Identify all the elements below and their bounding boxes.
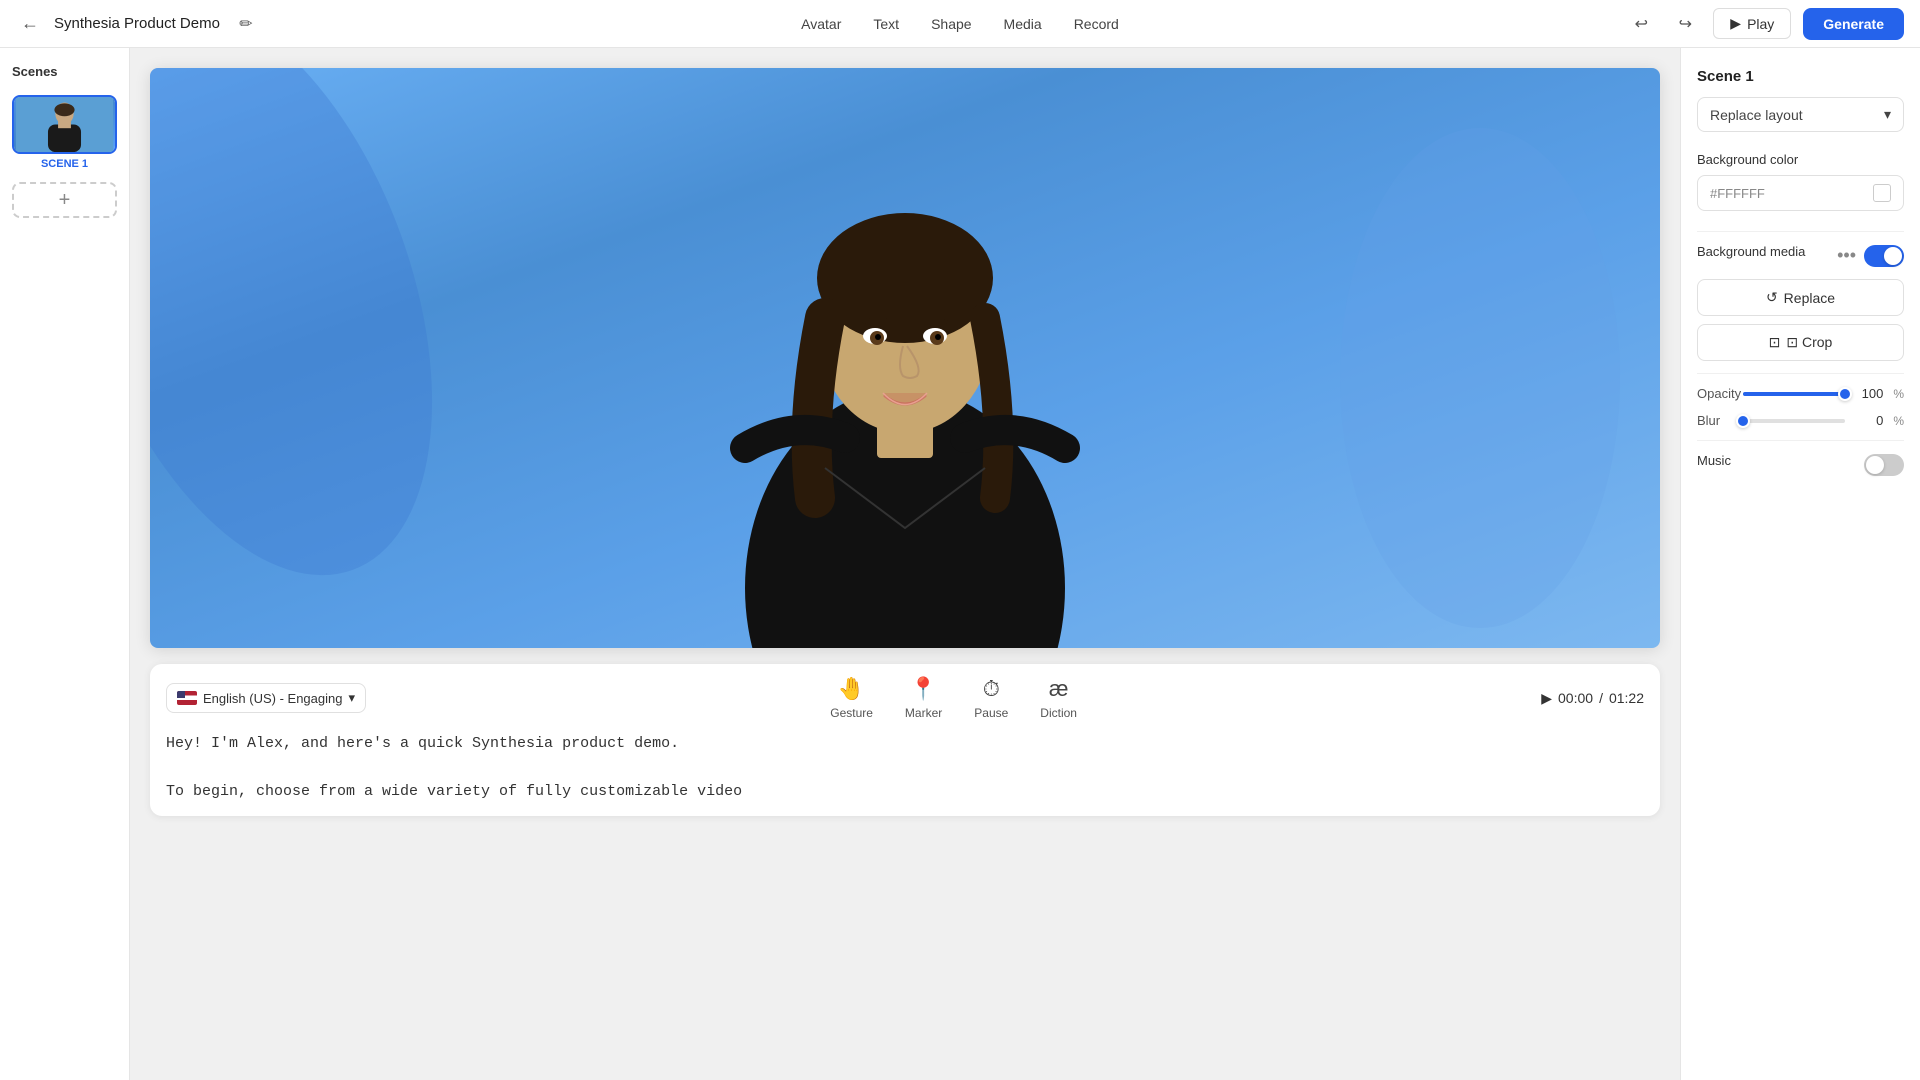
- marker-icon: 📍: [910, 676, 937, 702]
- play-button[interactable]: ▶ Play: [1713, 8, 1791, 39]
- edit-title-icon[interactable]: ✏: [230, 8, 262, 40]
- generate-button[interactable]: Generate: [1803, 8, 1904, 40]
- opacity-slider-fill: [1743, 392, 1845, 396]
- background-color-label: Background color: [1697, 152, 1904, 167]
- blur-row: Blur 0 %: [1697, 413, 1904, 428]
- pause-control[interactable]: ⏱ Pause: [974, 676, 1008, 720]
- marker-label: Marker: [905, 706, 942, 720]
- main-content: Scenes SCENE 1 +: [0, 48, 1920, 1080]
- blur-slider-thumb[interactable]: [1736, 414, 1750, 428]
- music-row: Music: [1697, 453, 1904, 476]
- scene-thumb-svg: [14, 97, 115, 152]
- bg-shape-1: [150, 68, 503, 625]
- diction-icon: æ: [1049, 676, 1069, 702]
- video-canvas: [150, 68, 1660, 648]
- controls-row-1: English (US) - Engaging ▾ 🤚 Gesture 📍 Ma…: [166, 664, 1644, 720]
- flag-canton: [177, 691, 185, 698]
- lang-dropdown-icon: ▾: [348, 690, 355, 706]
- nav-text[interactable]: Text: [873, 12, 899, 36]
- add-scene-button[interactable]: +: [12, 182, 117, 218]
- replace-layout-icon: ▾: [1884, 106, 1891, 123]
- back-button[interactable]: ←: [16, 10, 44, 38]
- undo-icon[interactable]: ↩: [1625, 8, 1657, 40]
- nav-media[interactable]: Media: [1004, 12, 1042, 36]
- bg-media-toggle[interactable]: [1864, 245, 1904, 267]
- color-picker-icon[interactable]: [1873, 184, 1891, 202]
- opacity-slider-track[interactable]: [1743, 392, 1845, 396]
- music-label: Music: [1697, 453, 1731, 468]
- music-toggle[interactable]: [1864, 454, 1904, 476]
- scene-1-label: SCENE 1: [12, 158, 117, 170]
- us-flag-icon: [177, 691, 197, 705]
- canvas-area: English (US) - Engaging ▾ 🤚 Gesture 📍 Ma…: [130, 48, 1680, 1080]
- bg-media-toggle-knob: [1884, 247, 1902, 265]
- replace-btn-label: Replace: [1784, 290, 1835, 306]
- scene-thumb-bg: [14, 97, 115, 152]
- replace-layout-label: Replace layout: [1710, 107, 1803, 123]
- panel-divider-3: [1697, 440, 1904, 441]
- script-area: Hey! I'm Alex, and here's a quick Synthe…: [166, 720, 1644, 816]
- crop-btn-label: ⊡ Crop: [1786, 334, 1832, 351]
- opacity-slider-thumb[interactable]: [1838, 387, 1852, 401]
- right-panel: Scene 1 Replace layout ▾ Background colo…: [1680, 48, 1920, 1080]
- marker-control[interactable]: 📍 Marker: [905, 676, 942, 720]
- replace-button[interactable]: ↺ Replace: [1697, 279, 1904, 316]
- diction-label: Diction: [1040, 706, 1077, 720]
- crop-button[interactable]: ⊡ ⊡ Crop: [1697, 324, 1904, 361]
- scene-1-thumbnail[interactable]: [12, 95, 117, 154]
- scenes-sidebar: Scenes SCENE 1 +: [0, 48, 130, 1080]
- blur-percent: %: [1893, 414, 1904, 428]
- crop-icon: ⊡: [1769, 334, 1781, 351]
- language-selector[interactable]: English (US) - Engaging ▾: [166, 683, 366, 713]
- scene-1-container: SCENE 1: [12, 95, 117, 170]
- redo-icon[interactable]: ↪: [1669, 8, 1701, 40]
- gesture-control[interactable]: 🤚 Gesture: [830, 676, 873, 720]
- blur-label: Blur: [1697, 413, 1733, 428]
- time-separator: /: [1599, 690, 1603, 706]
- topbar: ← Synthesia Product Demo ✏ Avatar Text S…: [0, 0, 1920, 48]
- pause-icon: ⏱: [983, 676, 1000, 702]
- blur-value: 0: [1855, 413, 1883, 428]
- time-display: ▶ 00:00 / 01:22: [1541, 690, 1644, 707]
- opacity-value: 100: [1855, 386, 1883, 401]
- total-time: 01:22: [1609, 690, 1644, 706]
- dots-menu[interactable]: •••: [1837, 245, 1856, 266]
- music-toggle-knob: [1866, 456, 1884, 474]
- opacity-row: Opacity 100 %: [1697, 386, 1904, 401]
- background-media-row: Background media •••: [1697, 244, 1904, 267]
- nav-shape[interactable]: Shape: [931, 12, 971, 36]
- gesture-icon: 🤚: [838, 676, 865, 702]
- topbar-nav: Avatar Text Shape Media Record: [801, 12, 1119, 36]
- replace-icon: ↺: [1766, 289, 1778, 306]
- color-input-row[interactable]: #FFFFFF: [1697, 175, 1904, 211]
- bg-shape-2: [1340, 128, 1620, 628]
- opacity-label: Opacity: [1697, 386, 1733, 401]
- nav-avatar[interactable]: Avatar: [801, 12, 841, 36]
- panel-divider-2: [1697, 373, 1904, 374]
- scenes-title: Scenes: [12, 64, 117, 79]
- scene-title: Scene 1: [1697, 68, 1904, 85]
- script-line-1: Hey! I'm Alex, and here's a quick Synthe…: [166, 732, 1644, 756]
- current-time: 00:00: [1558, 690, 1593, 706]
- play-time-icon[interactable]: ▶: [1541, 690, 1552, 707]
- diction-control[interactable]: æ Diction: [1040, 676, 1077, 720]
- play-icon: ▶: [1730, 15, 1741, 32]
- blur-slider-track[interactable]: [1743, 419, 1845, 423]
- script-line-2: To begin, choose from a wide variety of …: [166, 780, 1644, 804]
- color-value: #FFFFFF: [1710, 186, 1865, 201]
- background-media-label: Background media: [1697, 244, 1805, 259]
- opacity-percent: %: [1893, 387, 1904, 401]
- language-label: English (US) - Engaging: [203, 691, 342, 706]
- playback-controls: 🤚 Gesture 📍 Marker ⏱ Pause æ Diction: [382, 676, 1525, 720]
- nav-record[interactable]: Record: [1074, 12, 1119, 36]
- play-label: Play: [1747, 16, 1774, 32]
- avatar-svg: [645, 68, 1165, 648]
- script-text[interactable]: Hey! I'm Alex, and here's a quick Synthe…: [166, 732, 1644, 804]
- pause-label: Pause: [974, 706, 1008, 720]
- gesture-label: Gesture: [830, 706, 873, 720]
- project-title: Synthesia Product Demo: [54, 15, 220, 32]
- panel-divider-1: [1697, 231, 1904, 232]
- replace-layout-select[interactable]: Replace layout ▾: [1697, 97, 1904, 132]
- bottom-controls: English (US) - Engaging ▾ 🤚 Gesture 📍 Ma…: [150, 664, 1660, 816]
